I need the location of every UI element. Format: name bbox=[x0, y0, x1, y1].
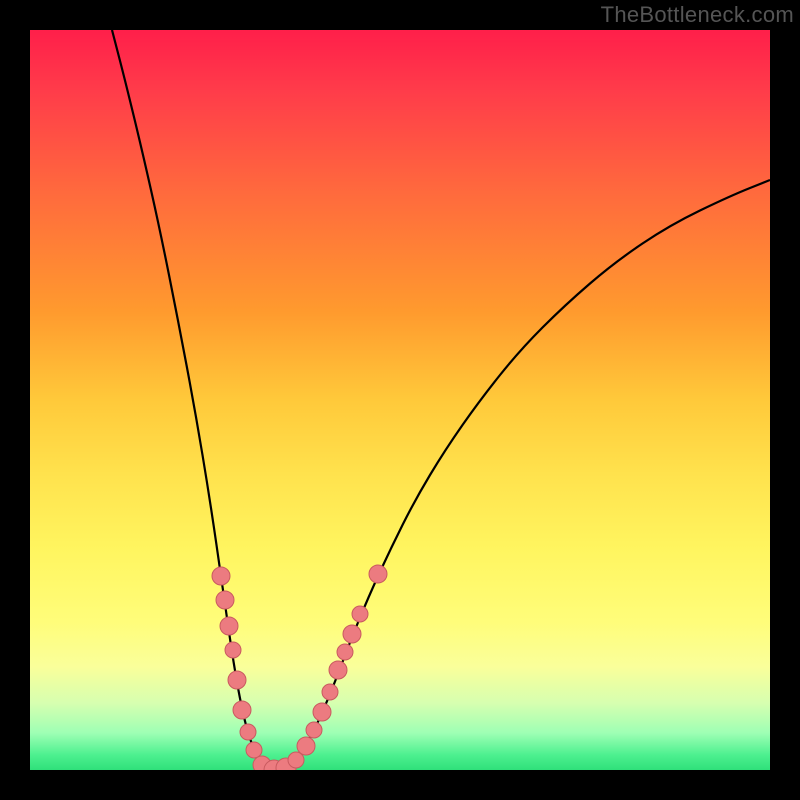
marker-point bbox=[233, 701, 251, 719]
marker-point bbox=[228, 671, 246, 689]
marker-point bbox=[329, 661, 347, 679]
marker-point bbox=[246, 742, 262, 758]
marker-point bbox=[352, 606, 368, 622]
marker-point bbox=[306, 722, 322, 738]
marker-point bbox=[322, 684, 338, 700]
marker-point bbox=[369, 565, 387, 583]
plot-area bbox=[30, 30, 770, 770]
marker-point bbox=[297, 737, 315, 755]
marker-point bbox=[313, 703, 331, 721]
watermark-label: TheBottleneck.com bbox=[601, 2, 794, 28]
chart-svg bbox=[30, 30, 770, 770]
marker-point bbox=[220, 617, 238, 635]
bottleneck-curve bbox=[112, 30, 770, 770]
marker-point bbox=[212, 567, 230, 585]
marker-point bbox=[225, 642, 241, 658]
marker-point bbox=[216, 591, 234, 609]
highlight-markers bbox=[212, 565, 387, 770]
marker-point bbox=[343, 625, 361, 643]
chart-frame: TheBottleneck.com bbox=[0, 0, 800, 800]
marker-point bbox=[337, 644, 353, 660]
marker-point bbox=[240, 724, 256, 740]
